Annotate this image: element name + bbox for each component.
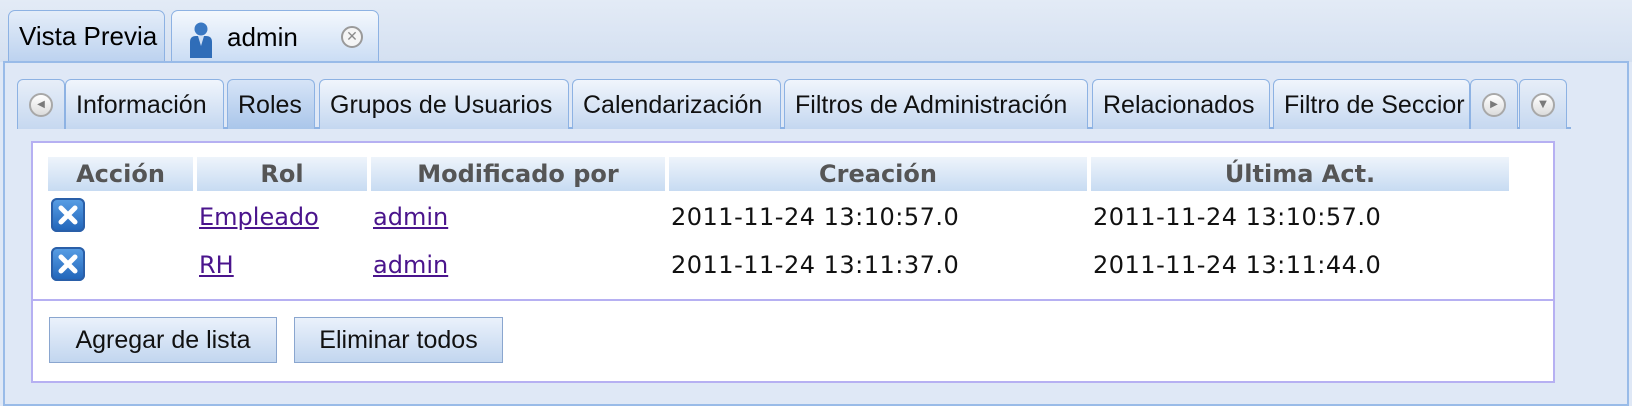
row-modificado-link[interactable]: admin [373, 203, 448, 231]
tab-filtro-de-seccion-label: Filtro de Seccior [1284, 91, 1465, 119]
scroll-right-icon: ▶ [1482, 92, 1506, 117]
tab-grupos-de-usuarios[interactable]: Grupos de Usuarios [319, 79, 569, 129]
header-modificado-por[interactable]: Modificado por [371, 157, 665, 191]
tab-menu-button[interactable]: ▼ [1519, 79, 1567, 129]
tab-roles[interactable]: Roles [227, 79, 315, 129]
add-from-list-button[interactable]: Agregar de lista [49, 317, 277, 363]
scroll-left-button[interactable]: ◀ [17, 79, 65, 129]
tab-roles-label: Roles [238, 91, 302, 119]
row-ultima-act: 2011-11-24 13:10:57.0 [1093, 203, 1382, 231]
tab-informacion[interactable]: Información [65, 79, 224, 129]
header-ultima-act[interactable]: Última Act. [1091, 157, 1509, 191]
tab-vista-previa[interactable]: Vista Previa [8, 10, 165, 62]
tab-relacionados-label: Relacionados [1103, 91, 1255, 119]
tab-admin-label: admin [227, 21, 298, 52]
row-modificado-link[interactable]: admin [373, 251, 448, 279]
row-rol-link[interactable]: Empleado [199, 203, 319, 231]
row-creacion: 2011-11-24 13:10:57.0 [671, 203, 960, 231]
scroll-left-icon: ◀ [29, 92, 53, 117]
delete-icon[interactable] [51, 198, 85, 232]
delete-icon[interactable] [51, 247, 85, 281]
header-accion[interactable]: Acción [48, 157, 193, 191]
roles-grid: Acción Rol Modificado por Creación Últim… [33, 143, 1553, 301]
tab-calendarizacion[interactable]: Calendarización [572, 79, 781, 129]
user-icon [190, 22, 212, 58]
tab-calendarizacion-label: Calendarización [583, 91, 763, 119]
header-rol[interactable]: Rol [197, 157, 367, 191]
tab-grupos-de-usuarios-label: Grupos de Usuarios [330, 91, 553, 119]
tab-vista-previa-label: Vista Previa [19, 21, 158, 51]
delete-all-button[interactable]: Eliminar todos [294, 317, 503, 363]
outer-tab-bar: Vista Previa admin ✕ [0, 0, 1632, 63]
row-rol-link[interactable]: RH [199, 251, 234, 279]
close-icon[interactable]: ✕ [341, 26, 363, 48]
roles-panel: Acción Rol Modificado por Creación Últim… [31, 141, 1555, 383]
row-ultima-act: 2011-11-24 13:11:44.0 [1093, 251, 1382, 279]
row-creacion: 2011-11-24 13:11:37.0 [671, 251, 960, 279]
tab-filtros-de-administracion-label: Filtros de Administración [795, 91, 1068, 119]
tab-filtro-de-seccion[interactable]: Filtro de Seccior [1273, 79, 1470, 129]
main-panel: ◀ Información Roles Grupos de Usuarios C… [3, 61, 1629, 406]
tab-informacion-label: Información [76, 91, 207, 119]
chevron-down-icon: ▼ [1531, 92, 1555, 117]
scroll-right-button[interactable]: ▶ [1470, 79, 1518, 129]
tab-relacionados[interactable]: Relacionados [1092, 79, 1270, 129]
tab-filtros-de-administracion[interactable]: Filtros de Administración [784, 79, 1088, 129]
header-creacion[interactable]: Creación [669, 157, 1087, 191]
